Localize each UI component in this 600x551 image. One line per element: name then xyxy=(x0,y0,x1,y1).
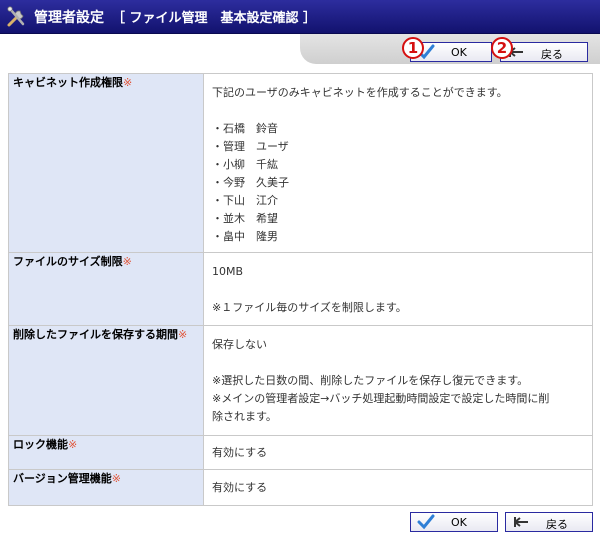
back-button-bottom[interactable]: 戻る xyxy=(505,512,593,532)
row-header-retention: 削除したファイルを保存する期間※ xyxy=(8,325,204,436)
settings-table: キャビネット作成権限※ 下記のユーザのみキャビネットを作成することができます。 … xyxy=(8,73,593,506)
value-line xyxy=(212,354,584,372)
table-row: ロック機能※ 有効にする xyxy=(8,435,593,470)
ok-button-bottom[interactable]: OK xyxy=(410,512,498,532)
row-header-file-size: ファイルのサイズ制限※ xyxy=(8,252,204,326)
value-line: ※１ファイル毎のサイズを制限します。 xyxy=(212,301,407,314)
value-line: ・管理 ユーザ xyxy=(212,140,289,153)
value-line: ※選択した日数の間、削除したファイルを保存し復元できます。 xyxy=(212,374,529,387)
row-header-cabinet: キャビネット作成権限※ xyxy=(8,73,204,253)
value-line: ・小柳 千紘 xyxy=(212,158,278,171)
page-title: 管理者設定 xyxy=(34,9,104,26)
value-line: ・並木 希望 xyxy=(212,212,278,225)
value-line: ・畠中 隆男 xyxy=(212,230,278,243)
tools-icon xyxy=(0,0,34,34)
row-header-versioning: バージョン管理機能※ xyxy=(8,469,204,506)
table-row: キャビネット作成権限※ 下記のユーザのみキャビネットを作成することができます。 … xyxy=(8,73,593,253)
value-line: 保存しない xyxy=(212,338,267,351)
marker-2: 2 xyxy=(491,37,513,59)
row-value-cabinet: 下記のユーザのみキャビネットを作成することができます。 ・石橋 鈴音 ・管理 ユ… xyxy=(203,73,593,253)
value-line: 下記のユーザのみキャビネットを作成することができます。 xyxy=(212,86,508,99)
title-bar: 管理者設定 ［ ファイル管理 基本設定確認 ］ xyxy=(0,0,600,34)
row-label: ファイルのサイズ制限 xyxy=(13,255,123,268)
row-value-lock: 有効にする xyxy=(203,435,593,470)
row-label: バージョン管理機能 xyxy=(13,472,112,485)
table-row: バージョン管理機能※ 有効にする xyxy=(8,469,593,506)
value-line xyxy=(212,102,584,120)
required-mark: ※ xyxy=(68,438,78,451)
row-value-versioning: 有効にする xyxy=(203,469,593,506)
value-line: 有効にする xyxy=(212,445,268,459)
value-line: 有効にする xyxy=(212,480,268,494)
value-line: ・下山 江介 xyxy=(212,194,278,207)
value-line: 10MB xyxy=(212,265,244,278)
table-row: 削除したファイルを保存する期間※ 保存しない ※選択した日数の間、削除したファイ… xyxy=(8,325,593,436)
required-mark: ※ xyxy=(123,76,133,89)
value-line xyxy=(212,281,584,299)
back-arrow-icon xyxy=(512,514,530,533)
ok-button-label: OK xyxy=(451,46,467,59)
row-label: ロック機能 xyxy=(13,438,68,451)
row-value-retention: 保存しない ※選択した日数の間、削除したファイルを保存し復元できます。 ※メイン… xyxy=(203,325,593,436)
required-mark: ※ xyxy=(111,472,121,485)
back-button-top[interactable]: 戻る xyxy=(500,42,588,62)
required-mark: ※ xyxy=(178,328,188,341)
row-value-file-size: 10MB ※１ファイル毎のサイズを制限します。 xyxy=(203,252,593,326)
ok-button-label: OK xyxy=(451,516,467,529)
value-line: ・今野 久美子 xyxy=(212,176,289,189)
row-header-lock: ロック機能※ xyxy=(8,435,204,470)
back-button-label: 戻る xyxy=(541,48,563,61)
check-icon xyxy=(417,514,435,533)
required-mark: ※ xyxy=(122,255,132,268)
marker-1: 1 xyxy=(402,37,424,59)
row-label: キャビネット作成権限 xyxy=(13,76,123,89)
value-line: ※メインの管理者設定→バッチ処理起動時間設定で設定した時間に削 xyxy=(212,392,550,405)
page-subtitle: ［ ファイル管理 基本設定確認 ］ xyxy=(112,11,317,26)
value-line: ・石橋 鈴音 xyxy=(212,122,278,135)
value-line: 除されます。 xyxy=(212,410,277,423)
table-row: ファイルのサイズ制限※ 10MB ※１ファイル毎のサイズを制限します。 xyxy=(8,252,593,326)
row-label: 削除したファイルを保存する期間 xyxy=(13,328,178,341)
back-button-label: 戻る xyxy=(546,518,568,531)
